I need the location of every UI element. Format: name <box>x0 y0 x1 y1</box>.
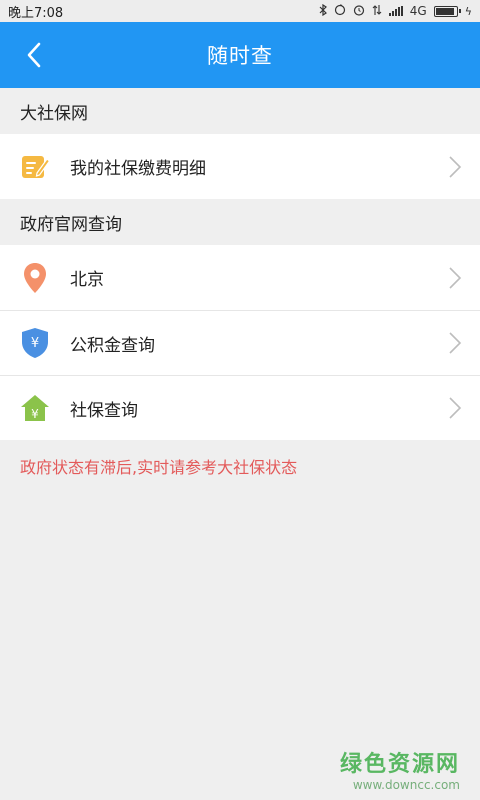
status-time: 晚上7:08 <box>8 5 64 21</box>
back-arrow-icon <box>27 42 41 68</box>
app-bar: 随时查 <box>0 22 480 88</box>
back-button[interactable] <box>14 22 54 88</box>
rotate-icon <box>334 3 346 19</box>
list-item-label: 公积金查询 <box>70 335 155 356</box>
list-item-beijing[interactable]: 北京 <box>0 245 480 310</box>
status-icons: 4G ϟ <box>319 3 472 19</box>
section-list-gov: 北京 ¥ 公积金查询 ¥ 社保查询 <box>0 245 480 440</box>
watermark-title: 绿色资源网 <box>339 752 460 777</box>
section-list-dashebao: 我的社保缴费明细 <box>0 134 480 199</box>
svg-text:¥: ¥ <box>31 336 39 351</box>
signal-icon <box>388 6 403 16</box>
list-item-housing-fund[interactable]: ¥ 公积金查询 <box>0 310 480 375</box>
yuan-shield-icon: ¥ <box>18 326 52 360</box>
list-item-label: 我的社保缴费明细 <box>70 159 206 179</box>
status-bar: 晚上7:08 4G ϟ <box>0 0 480 22</box>
edit-note-icon <box>18 150 52 184</box>
location-pin-icon <box>18 261 52 295</box>
notice-text: 政府状态有滞后,实时请参考大社保状态 <box>20 458 298 477</box>
chevron-right-icon <box>449 332 462 354</box>
page-title: 随时查 <box>207 44 273 68</box>
list-item-label: 社保查询 <box>70 400 138 421</box>
charging-icon: ϟ <box>464 4 472 18</box>
section-header-dashebao: 大社保网 <box>0 88 480 134</box>
watermark: 绿色资源网 www.downcc.com <box>340 746 460 792</box>
svg-text:¥: ¥ <box>31 407 39 421</box>
chevron-right-icon <box>449 155 462 178</box>
network-type: 4G <box>409 4 427 18</box>
watermark-url: www.downcc.com <box>352 778 460 792</box>
bluetooth-icon <box>319 3 327 19</box>
chevron-right-icon <box>449 397 462 419</box>
battery-icon <box>433 5 461 17</box>
section-header-gov: 政府官网查询 <box>0 199 480 245</box>
chevron-right-icon <box>449 266 462 289</box>
list-item-payment-details[interactable]: 我的社保缴费明细 <box>0 134 480 199</box>
alarm-icon <box>353 4 365 19</box>
list-item-label: 北京 <box>70 270 104 290</box>
yuan-house-icon: ¥ <box>18 391 52 425</box>
list-item-social-security[interactable]: ¥ 社保查询 <box>0 375 480 440</box>
data-transfer-icon <box>372 4 382 19</box>
